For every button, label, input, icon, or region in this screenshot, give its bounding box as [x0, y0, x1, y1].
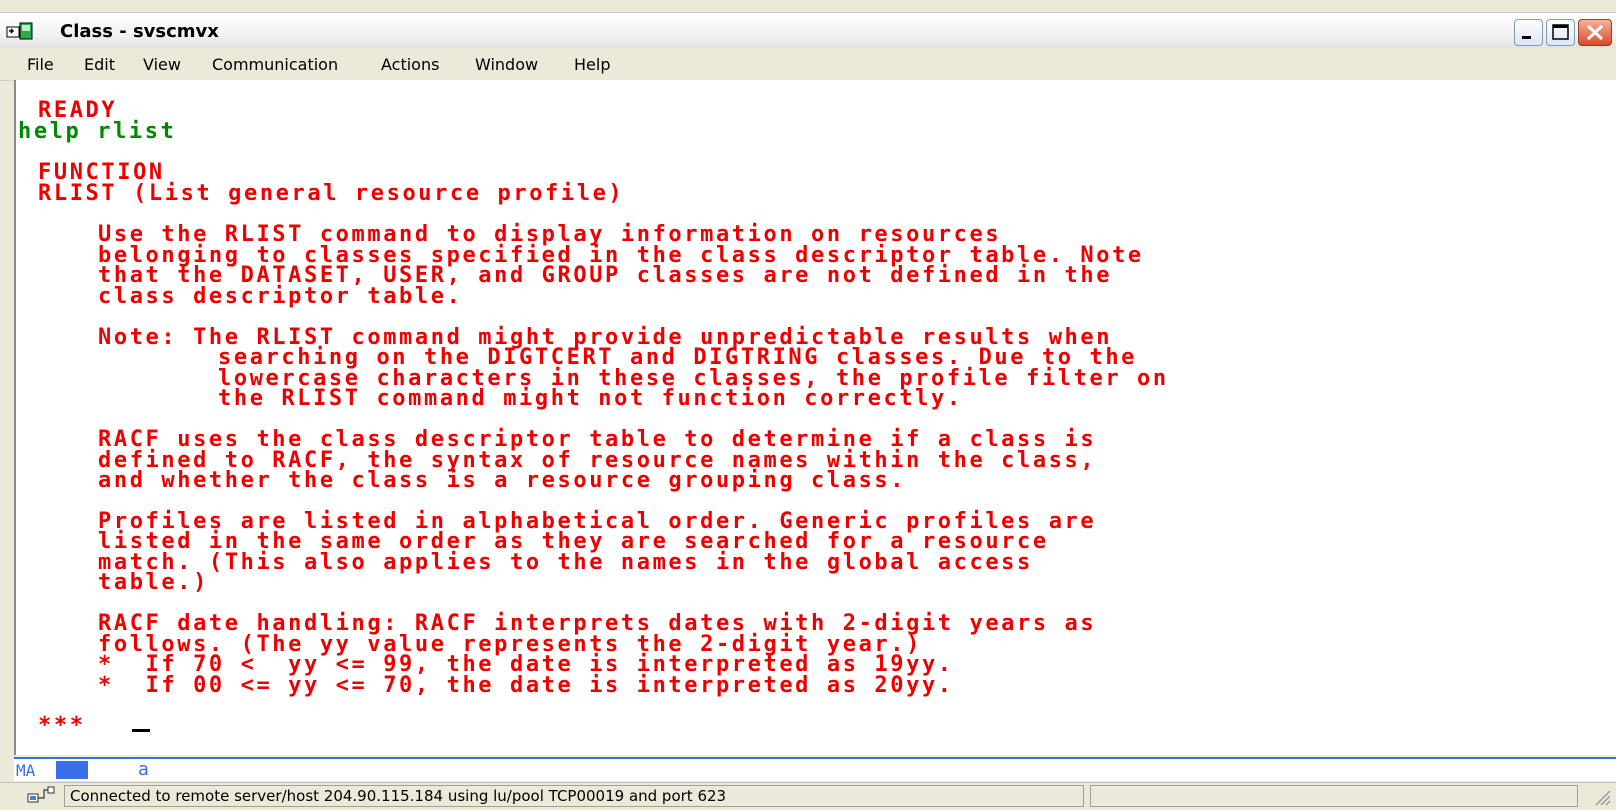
terminal-cursor [132, 729, 150, 732]
menu-bar: File Edit View Communication Actions Win… [0, 50, 1616, 81]
menu-help[interactable]: Help [574, 55, 610, 74]
terminal-line: RLIST (List general resource profile) [38, 181, 625, 206]
terminal-line: the RLIST command might not function cor… [218, 386, 963, 411]
terminal-line: * If 00 <= yy <= 70, the date is interpr… [98, 673, 954, 698]
terminal-window: Class - svscmvx File Edit View Communica… [0, 0, 1616, 810]
terminal-screen[interactable]: READY help rlist FUNCTION RLIST (List ge… [14, 80, 1616, 755]
terminal-line: *** [38, 713, 86, 738]
terminal-session-icon[interactable] [6, 21, 36, 41]
window-title: Class - svscmvx [60, 21, 219, 42]
operator-info-area: MA a [14, 757, 1616, 781]
menu-file[interactable]: File [27, 55, 54, 74]
menu-window[interactable]: Window [475, 55, 538, 74]
connection-status-text: Connected to remote server/host 204.90.1… [70, 787, 727, 805]
status-bar: Connected to remote server/host 204.90.1… [0, 782, 1616, 810]
maximize-button[interactable] [1546, 19, 1575, 46]
oia-indicator: a [138, 759, 149, 780]
maximize-icon [1552, 24, 1569, 40]
network-connection-icon [26, 786, 56, 806]
minimize-icon [1522, 36, 1531, 39]
oia-status-block [56, 761, 88, 779]
title-bar[interactable]: Class - svscmvx [0, 12, 1616, 48]
terminal-line: table.) [98, 570, 209, 595]
close-icon [1586, 24, 1604, 41]
terminal-line: match. (This also applies to the names i… [98, 550, 1033, 575]
menu-actions[interactable]: Actions [381, 55, 439, 74]
minimize-button[interactable] [1514, 19, 1543, 46]
menu-view[interactable]: View [143, 55, 181, 74]
menu-edit[interactable]: Edit [84, 55, 115, 74]
terminal-input-line: help rlist [18, 119, 177, 144]
oia-mode: MA [16, 761, 36, 780]
close-button[interactable] [1578, 19, 1612, 46]
terminal-line: class descriptor table. [98, 284, 463, 309]
terminal-line: and whether the class is a resource grou… [98, 468, 907, 493]
resize-grip-icon[interactable] [1592, 787, 1612, 811]
status-pane-secondary [1090, 785, 1578, 807]
menu-communication[interactable]: Communication [212, 55, 338, 74]
